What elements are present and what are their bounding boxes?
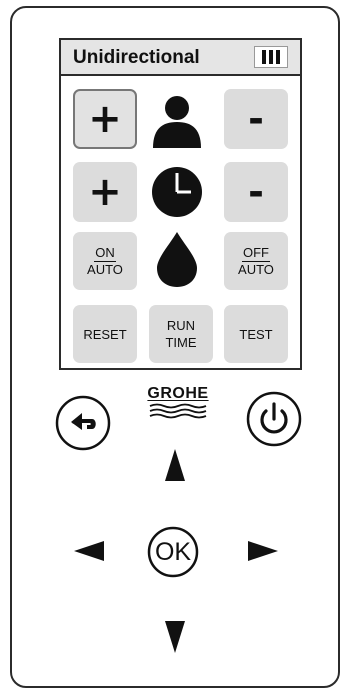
back-button[interactable] bbox=[54, 394, 112, 452]
minus-label: - bbox=[248, 170, 264, 214]
run-time-button[interactable]: RUN TIME bbox=[149, 305, 213, 363]
reset-button[interactable]: RESET bbox=[73, 305, 137, 363]
wave-logo-icon bbox=[149, 403, 207, 419]
on-label: ON bbox=[94, 244, 116, 262]
reset-label: RESET bbox=[83, 326, 127, 342]
water-drop-icon bbox=[157, 232, 197, 287]
power-button[interactable] bbox=[245, 390, 303, 448]
run-label: RUN bbox=[166, 318, 196, 333]
arrow-down-button[interactable] bbox=[164, 620, 186, 654]
plus-label: + bbox=[88, 169, 122, 215]
test-button[interactable]: TEST bbox=[224, 305, 288, 363]
auto-label: AUTO bbox=[87, 261, 123, 277]
off-auto-button[interactable]: OFF AUTO bbox=[224, 232, 288, 290]
arrow-right-button[interactable] bbox=[247, 540, 279, 562]
timer-minus-button[interactable]: - bbox=[224, 162, 288, 222]
display-screen: Unidirectional + - + - ON AUTO OFF AUTO bbox=[59, 38, 302, 370]
mode-title: Unidirectional bbox=[73, 47, 200, 68]
battery-full-icon bbox=[254, 46, 288, 68]
plus-label: + bbox=[88, 96, 122, 142]
clock-icon bbox=[152, 167, 202, 217]
user-plus-button[interactable]: + bbox=[73, 89, 137, 149]
user-minus-button[interactable]: - bbox=[224, 89, 288, 149]
test-label: TEST bbox=[239, 326, 273, 342]
arrow-left-button[interactable] bbox=[73, 540, 105, 562]
minus-label: - bbox=[248, 97, 264, 141]
grohe-logo: GROHE bbox=[143, 385, 213, 424]
time-label: TIME bbox=[165, 335, 197, 350]
title-bar: Unidirectional bbox=[61, 40, 300, 76]
user-icon bbox=[153, 96, 201, 148]
arrow-down-icon bbox=[165, 621, 185, 653]
off-label: OFF bbox=[241, 244, 270, 262]
arrow-right-icon bbox=[248, 541, 278, 561]
arrow-up-button[interactable] bbox=[164, 448, 186, 482]
ok-button[interactable]: OK bbox=[147, 526, 199, 578]
auto-label: AUTO bbox=[238, 261, 274, 277]
brand-name: GROHE bbox=[147, 385, 209, 402]
arrow-up-icon bbox=[165, 449, 185, 481]
arrow-left-icon bbox=[74, 541, 104, 561]
timer-plus-button[interactable]: + bbox=[73, 162, 137, 222]
ok-label: OK bbox=[154, 537, 192, 566]
on-auto-button[interactable]: ON AUTO bbox=[73, 232, 137, 290]
